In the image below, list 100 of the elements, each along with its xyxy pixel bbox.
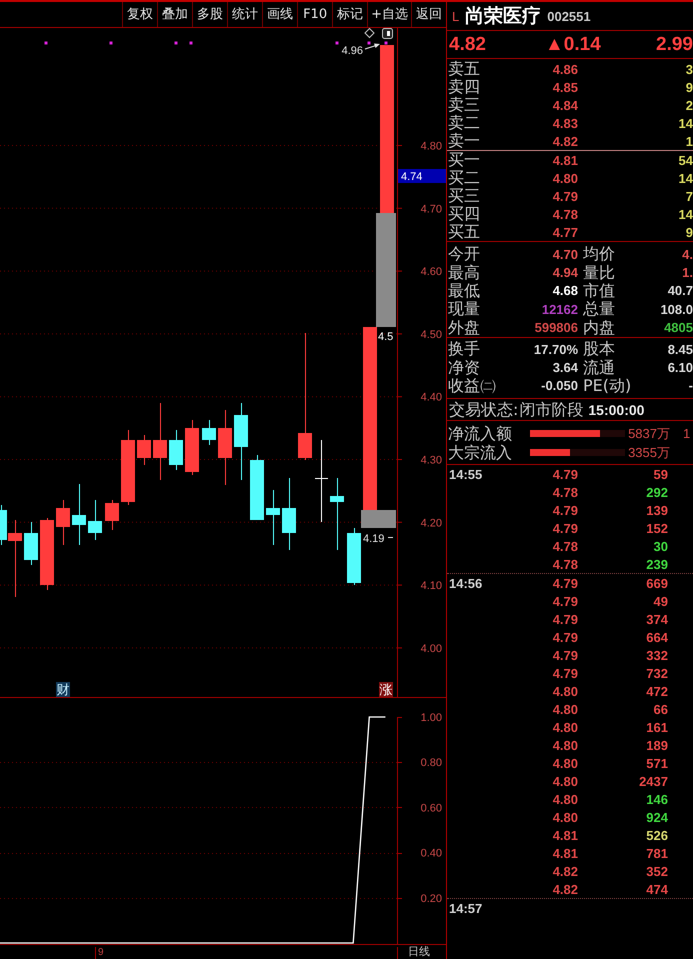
tick-price: 4.79 bbox=[552, 594, 578, 608]
tick-volume: 374 bbox=[646, 612, 668, 626]
stat-label: 收益㈡ bbox=[447, 376, 497, 395]
candle bbox=[202, 420, 216, 446]
toolbar-button[interactable]: +自选 bbox=[367, 2, 411, 27]
candle bbox=[137, 434, 151, 466]
stat-value: 12162 bbox=[542, 302, 578, 317]
stat-value: 1. bbox=[682, 265, 693, 280]
trade-status-label: 交易状态: bbox=[448, 400, 518, 418]
tick-price: 4.79 bbox=[552, 466, 578, 482]
tick-volume: 472 bbox=[646, 684, 668, 698]
tick-price: 4.79 bbox=[552, 520, 578, 536]
square-icon[interactable] bbox=[382, 28, 393, 39]
leader-arrow bbox=[364, 44, 380, 50]
leader-line bbox=[388, 537, 394, 538]
order-label: 卖二 bbox=[447, 114, 481, 132]
stat-label: 最高 bbox=[447, 264, 481, 282]
order-volume: 14 bbox=[678, 170, 693, 186]
tick-price: 4.78 bbox=[552, 538, 578, 554]
candle bbox=[105, 500, 119, 530]
order-price: 4.82 bbox=[552, 134, 578, 148]
candle bbox=[88, 500, 102, 540]
order-volume: 9 bbox=[686, 224, 693, 240]
order-label: 卖五 bbox=[447, 60, 481, 78]
stat-label: 现量 bbox=[447, 300, 481, 318]
tick-price: 4.78 bbox=[552, 484, 578, 500]
tick-time: 14:57 bbox=[448, 900, 482, 916]
order-volume: 9 bbox=[686, 80, 693, 94]
tick-price: 4.80 bbox=[552, 792, 578, 806]
tick-price: 4.80 bbox=[552, 810, 578, 824]
price-label: 4.30 bbox=[420, 454, 442, 466]
order-price: 4.78 bbox=[552, 206, 578, 222]
order-price: 4.85 bbox=[552, 80, 578, 94]
stat-label: 最低 bbox=[447, 282, 481, 300]
candle bbox=[24, 522, 38, 566]
gap-box bbox=[361, 510, 396, 528]
candle bbox=[56, 500, 70, 546]
price-label: 4.50 bbox=[420, 328, 442, 341]
stat-value: 3.64 bbox=[552, 360, 578, 376]
stat-value: 4.94 bbox=[552, 265, 578, 280]
tick-price: 4.82 bbox=[552, 864, 578, 878]
trade-status-phase: 闭市阶段 bbox=[518, 400, 584, 418]
axis-label: 1.00 bbox=[420, 712, 442, 724]
tick-volume: 161 bbox=[646, 720, 668, 734]
order-label: 卖一 bbox=[447, 132, 481, 150]
tick-volume: 152 bbox=[646, 520, 668, 536]
price-label: 4.70 bbox=[420, 203, 442, 216]
stat-label: 量比 bbox=[582, 264, 616, 282]
tick-volume: 526 bbox=[646, 828, 668, 842]
tick-volume: 732 bbox=[646, 666, 668, 680]
stat-value: 17.70% bbox=[534, 342, 578, 357]
stat-value: 40.7 bbox=[668, 283, 693, 298]
tick-price: 4.79 bbox=[552, 666, 578, 680]
tick-price: 4.79 bbox=[552, 502, 578, 518]
diamond-icon[interactable] bbox=[364, 28, 375, 38]
order-volume: 14 bbox=[678, 116, 693, 130]
order-label: 卖三 bbox=[447, 96, 481, 114]
price-label: 4.40 bbox=[420, 392, 442, 404]
period-label[interactable]: 日线 bbox=[408, 945, 430, 958]
stat-value: 8.45 bbox=[668, 342, 693, 357]
tick-volume: 924 bbox=[646, 810, 668, 824]
price-annotation: 4.96 bbox=[342, 45, 363, 57]
tick-volume: 239 bbox=[646, 556, 668, 572]
tick-price: 4.80 bbox=[552, 738, 578, 752]
price-label: 4.80 bbox=[420, 140, 442, 152]
stat-label: 换手 bbox=[447, 340, 481, 358]
market-label: L bbox=[452, 8, 460, 24]
flow-amount: 3355万 bbox=[627, 444, 670, 462]
stat-label: 内盘 bbox=[582, 318, 616, 337]
tick-price: 4.79 bbox=[552, 648, 578, 662]
price-label: 4.10 bbox=[420, 580, 442, 592]
tick-volume: 189 bbox=[646, 738, 668, 752]
tick-volume: 781 bbox=[646, 846, 668, 860]
tick-volume: 292 bbox=[646, 484, 668, 500]
order-volume: 1 bbox=[686, 134, 693, 148]
order-price: 4.77 bbox=[552, 224, 578, 240]
price-annotation: 4.5 bbox=[378, 331, 394, 343]
tick-price: 4.79 bbox=[552, 612, 578, 626]
rise-marker[interactable]: 涨 bbox=[379, 682, 393, 697]
change-percent: 2.99 bbox=[656, 34, 693, 56]
axis-label: 0.80 bbox=[420, 757, 442, 770]
tick-volume: 664 bbox=[646, 630, 668, 644]
tick-time: 14:55 bbox=[448, 466, 482, 482]
tick-price: 4.80 bbox=[552, 774, 578, 788]
current-price-tag: 4.74 bbox=[398, 169, 446, 183]
stat-label: 均价 bbox=[582, 245, 616, 264]
tick-price: 4.82 bbox=[552, 882, 578, 896]
stat-value: 4.70 bbox=[552, 246, 578, 262]
stat-label: 流通 bbox=[582, 358, 616, 377]
stat-value: 6.10 bbox=[668, 360, 693, 376]
tick-price: 4.80 bbox=[552, 720, 578, 734]
order-label: 买五 bbox=[447, 223, 481, 241]
last-price: 4.82 bbox=[449, 34, 487, 56]
tick-price: 4.80 bbox=[552, 756, 578, 770]
order-label: 买二 bbox=[447, 169, 481, 187]
finance-marker[interactable]: 财 bbox=[56, 682, 70, 697]
price-label: 4.60 bbox=[420, 266, 442, 278]
flow-value: 1 bbox=[683, 426, 690, 441]
flow-amount: 5837万 bbox=[627, 424, 670, 442]
order-price: 4.79 bbox=[552, 188, 578, 204]
